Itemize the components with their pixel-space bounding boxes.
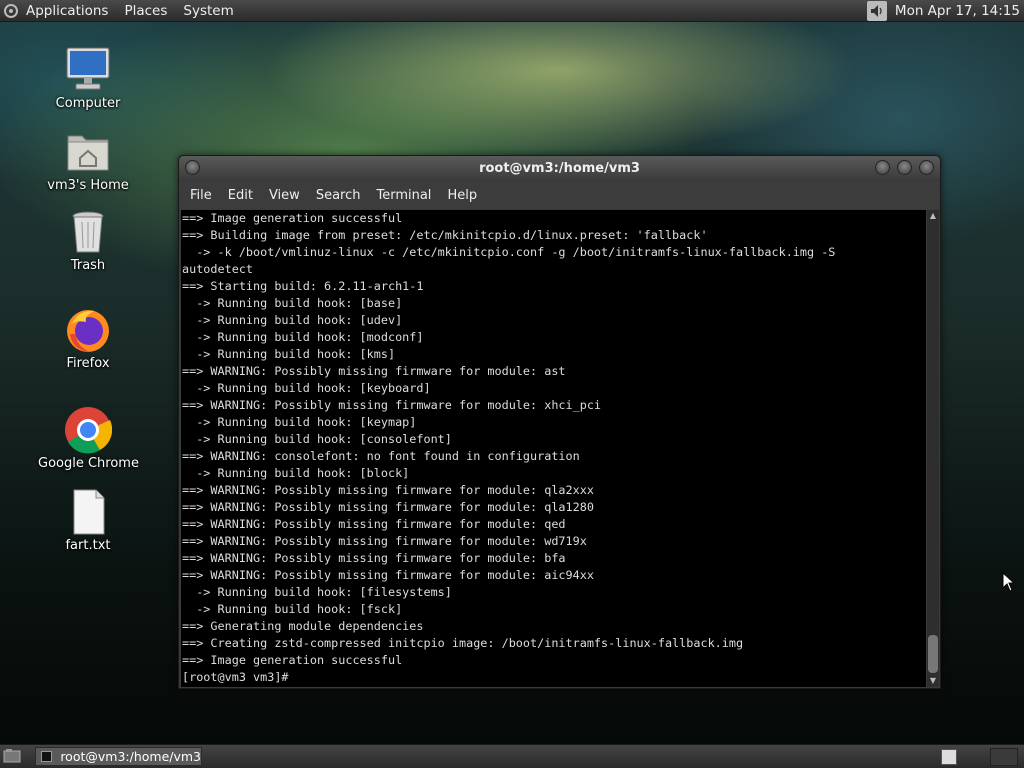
terminal-line: ==> WARNING: Possibly missing firmware f… (182, 483, 594, 497)
menu-file[interactable]: File (182, 188, 220, 203)
chrome-icon (65, 407, 112, 454)
maximize-button[interactable] (897, 160, 912, 175)
terminal-line: -> Running build hook: [block] (182, 466, 410, 480)
terminal-line: [root@vm3 vm3]# (182, 670, 296, 684)
scroll-down-arrow-icon[interactable]: ▼ (927, 675, 939, 687)
text-file-icon (73, 489, 105, 535)
terminal-line: ==> Creating zstd-compressed initcpio im… (182, 636, 744, 650)
terminal-line: -> Running build hook: [keymap] (182, 415, 417, 429)
terminal-line: -> -k /boot/vmlinuz-linux -c /etc/mkinit… (182, 245, 836, 259)
window-titlebar[interactable]: root@vm3:/home/vm3 (179, 156, 940, 181)
terminal-line: -> Running build hook: [base] (182, 296, 403, 310)
terminal-line: ==> WARNING: consolefont: no font found … (182, 449, 580, 463)
close-button[interactable] (919, 160, 934, 175)
desktop-icon-label: Firefox (66, 356, 110, 371)
terminal-line: ==> Generating module dependencies (182, 619, 424, 633)
taskbar-button-terminal[interactable]: root@vm3:/home/vm3 (35, 747, 202, 766)
terminal-line: ==> WARNING: Possibly missing firmware f… (182, 517, 566, 531)
terminal-window: root@vm3:/home/vm3 File Edit View Search… (178, 155, 941, 689)
terminal-output[interactable]: ==> Image generation successful ==> Build… (181, 210, 926, 687)
menu-help[interactable]: Help (439, 188, 485, 203)
computer-icon (66, 47, 110, 90)
window-title: root@vm3:/home/vm3 (479, 161, 640, 176)
terminal-line: -> Running build hook: [keyboard] (182, 381, 431, 395)
applications-menu-label: Applications (26, 2, 109, 19)
bottom-panel: root@vm3:/home/vm3 (0, 744, 1024, 768)
taskbar-button-label: root@vm3:/home/vm3 (60, 749, 201, 764)
terminal-line: ==> WARNING: Possibly missing firmware f… (182, 551, 566, 565)
firefox-icon (67, 310, 109, 352)
menu-edit[interactable]: Edit (220, 188, 261, 203)
terminal-line: ==> Image generation successful (182, 211, 403, 225)
terminal-line: -> Running build hook: [modconf] (182, 330, 424, 344)
places-menu[interactable]: Places (116, 0, 175, 22)
panel-tray: Mon Apr 17, 14:15 (866, 0, 1024, 21)
trash-icon (72, 211, 104, 253)
desktop-icon-home[interactable]: vm3's Home (38, 128, 138, 193)
volume-icon[interactable] (866, 0, 887, 21)
desktop-icon-computer[interactable]: Computer (38, 46, 138, 111)
terminal-line: -> Running build hook: [fsck] (182, 602, 403, 616)
scrollbar-thumb[interactable] (928, 635, 938, 673)
window-menu-button[interactable] (185, 160, 200, 175)
terminal-line: -> Running build hook: [udev] (182, 313, 403, 327)
mouse-pointer-icon (1002, 572, 1014, 592)
terminal-line: -> Running build hook: [filesystems] (182, 585, 452, 599)
clock[interactable]: Mon Apr 17, 14:15 (895, 3, 1024, 19)
terminal-line: -> Running build hook: [consolefont] (182, 432, 452, 446)
desktop-icon-fart-txt[interactable]: fart.txt (38, 488, 138, 553)
show-desktop-icon[interactable] (3, 748, 21, 764)
applications-menu[interactable]: Applications (0, 0, 116, 22)
terminal-line: ==> WARNING: Possibly missing firmware f… (182, 398, 602, 412)
terminal-line: ==> WARNING: Possibly missing firmware f… (182, 534, 587, 548)
terminal-line: ==> WARNING: Possibly missing firmware f… (182, 500, 594, 514)
desktop-icon-trash[interactable]: Trash (38, 208, 138, 273)
terminal-icon (41, 751, 53, 762)
terminal-line: autodetect (182, 262, 254, 276)
menu-search[interactable]: Search (308, 188, 369, 203)
desktop-icon-label: fart.txt (65, 538, 111, 553)
desktop-icon-label: Google Chrome (38, 456, 139, 471)
desktop-icon-firefox[interactable]: Firefox (38, 306, 138, 371)
desktop-icon-chrome[interactable]: Google Chrome (38, 406, 139, 471)
desktop-icon-label: Computer (55, 96, 121, 111)
scroll-up-arrow-icon[interactable]: ▲ (927, 210, 939, 222)
distro-logo-icon (4, 3, 18, 18)
top-panel: Applications Places System Mon Apr 17, 1… (0, 0, 1024, 22)
desktop-icon-label: vm3's Home (47, 178, 129, 193)
terminal-scrollbar[interactable]: ▲ ▼ (927, 210, 939, 687)
system-menu[interactable]: System (175, 0, 241, 22)
terminal-line: -> Running build hook: [kms] (182, 347, 396, 361)
terminal-menubar: File Edit View Search Terminal Help (179, 181, 940, 209)
terminal-line: ==> Building image from preset: /etc/mki… (182, 228, 708, 242)
minimize-button[interactable] (875, 160, 890, 175)
desktop-icon-label: Trash (70, 258, 106, 273)
terminal-line: ==> Starting build: 6.2.11-arch1-1 (182, 279, 424, 293)
panel-trash-applet[interactable] (990, 748, 1018, 766)
menu-view[interactable]: View (261, 188, 308, 203)
terminal-line: ==> WARNING: Possibly missing firmware f… (182, 568, 594, 582)
terminal-line: ==> WARNING: Possibly missing firmware f… (182, 364, 566, 378)
workspace-switcher[interactable] (941, 749, 957, 765)
home-folder-icon (67, 135, 109, 171)
menu-terminal[interactable]: Terminal (368, 188, 439, 203)
terminal-line: ==> Image generation successful (182, 653, 403, 667)
